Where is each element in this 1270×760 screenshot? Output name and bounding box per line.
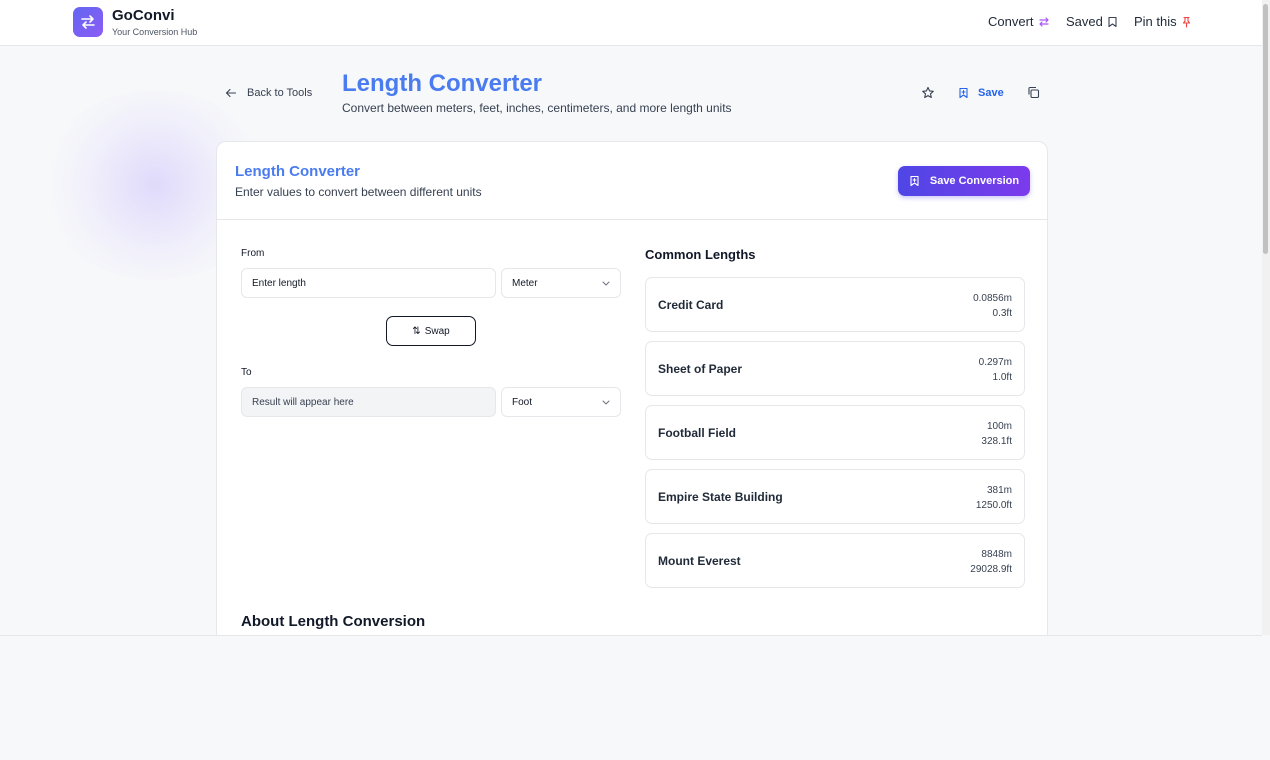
swap-icon: ⇅ <box>412 325 421 337</box>
from-unit-select[interactable]: Meter <box>501 268 621 298</box>
from-value-input[interactable]: Enter length <box>241 268 496 298</box>
page-subtitle: Convert between meters, feet, inches, ce… <box>342 101 732 115</box>
nav-pin-label: Pin this <box>1134 14 1177 29</box>
nav-saved-label: Saved <box>1066 14 1103 29</box>
common-length-values: 100m 328.1ft <box>981 419 1012 449</box>
page-title: Length Converter <box>342 70 543 97</box>
common-length-item[interactable]: Mount Everest 8848m 29028.9ft <box>645 533 1025 588</box>
common-length-name: Sheet of Paper <box>658 362 743 376</box>
common-length-values: 8848m 29028.9ft <box>970 547 1012 577</box>
common-length-name: Credit Card <box>658 298 724 312</box>
swap-button[interactable]: ⇅ Swap <box>386 316 476 346</box>
back-to-tools-link[interactable]: Back to Tools <box>225 87 312 99</box>
common-length-name: Football Field <box>658 426 736 440</box>
below-viewport-area <box>0 635 1270 760</box>
common-length-name: Mount Everest <box>658 554 741 568</box>
to-result-placeholder: Result will appear here <box>252 396 354 408</box>
bookmark-add-icon <box>910 175 919 187</box>
common-length-meters: 100m <box>986 421 1012 432</box>
from-value-placeholder: Enter length <box>252 277 306 289</box>
save-conversion-label: Save Conversion <box>929 175 1020 187</box>
arrow-left-icon <box>225 88 237 98</box>
vertical-scrollbar[interactable] <box>1262 0 1270 635</box>
to-unit-value: Foot <box>512 396 533 408</box>
pin-icon <box>1182 16 1190 28</box>
common-length-values: 0.0856m 0.3ft <box>973 291 1012 321</box>
viewport-edge <box>0 635 1262 636</box>
common-length-values: 0.297m 1.0ft <box>979 355 1012 385</box>
common-length-feet: 1250.0ft <box>975 500 1012 511</box>
scrollbar-thumb[interactable] <box>1263 4 1268 254</box>
brand-name[interactable]: GoConvi <box>112 7 175 24</box>
common-length-item[interactable]: Football Field 100m 328.1ft <box>645 405 1025 460</box>
chevron-down-icon <box>602 400 610 404</box>
back-to-tools-label: Back to Tools <box>247 87 313 99</box>
card-title: Length Converter <box>235 163 361 180</box>
common-length-meters: 381m <box>986 485 1012 496</box>
convert-arrows-icon <box>1038 16 1049 27</box>
copy-icon[interactable] <box>1027 86 1040 104</box>
common-length-values: 381m 1250.0ft <box>976 483 1012 513</box>
card-divider <box>217 219 1047 220</box>
common-length-feet: 328.1ft <box>981 436 1012 447</box>
favorite-star-icon[interactable] <box>921 86 935 105</box>
common-length-meters: 8848m <box>981 549 1012 560</box>
common-length-meters: 0.0856m <box>973 293 1012 304</box>
to-result-field[interactable]: Result will appear here <box>241 387 496 417</box>
bookmark-icon <box>1108 16 1117 27</box>
about-section-title: About Length Conversion <box>241 613 426 630</box>
to-label: To <box>241 367 252 378</box>
from-label: From <box>241 248 265 259</box>
common-length-name: Empire State Building <box>658 490 783 504</box>
from-unit-value: Meter <box>512 277 538 289</box>
page-viewport: GoConvi Your Conversion Hub Convert Save… <box>0 0 1262 635</box>
to-unit-select[interactable]: Foot <box>501 387 621 417</box>
save-conversion-button[interactable]: Save Conversion <box>898 166 1030 196</box>
common-length-meters: 0.297m <box>978 357 1012 368</box>
nav-convert[interactable]: Convert <box>988 14 1050 29</box>
header-save-button[interactable]: Save <box>958 87 1004 99</box>
common-length-feet: 29028.9ft <box>970 564 1012 575</box>
common-length-feet: 0.3ft <box>992 308 1012 319</box>
common-lengths-title: Common Lengths <box>645 247 756 262</box>
nav-pin[interactable]: Pin this <box>1134 14 1192 29</box>
nav-saved[interactable]: Saved <box>1066 14 1118 29</box>
common-length-item[interactable]: Empire State Building 381m 1250.0ft <box>645 469 1025 524</box>
common-length-item[interactable]: Sheet of Paper 0.297m 1.0ft <box>645 341 1025 396</box>
common-length-item[interactable]: Credit Card 0.0856m 0.3ft <box>645 277 1025 332</box>
brand-tagline: Your Conversion Hub <box>112 27 198 37</box>
converter-card: Length Converter Enter values to convert… <box>216 141 1048 635</box>
logo-icon[interactable] <box>73 7 103 37</box>
chevron-down-icon <box>602 281 610 285</box>
card-subtitle: Enter values to convert between differen… <box>235 185 482 199</box>
nav-convert-label: Convert <box>988 14 1034 29</box>
bookmark-add-icon <box>959 87 968 99</box>
swap-label: Swap <box>424 325 450 337</box>
header-save-label: Save <box>978 87 1004 99</box>
top-navbar: GoConvi Your Conversion Hub Convert Save… <box>0 0 1262 46</box>
common-length-feet: 1.0ft <box>992 372 1012 383</box>
